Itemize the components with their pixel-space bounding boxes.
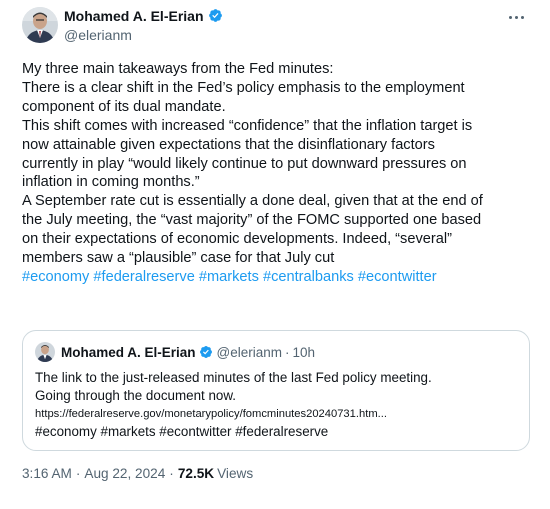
tweet-line: There is a clear shift in the Fed’s poli… — [22, 79, 465, 96]
tweet-line: members saw a “plausible” case for that … — [22, 250, 335, 267]
tweet-line: A September rate cut is essentially a do… — [22, 193, 483, 210]
more-options-icon[interactable] — [505, 8, 527, 26]
quoted-author-display-name: Mohamed A. El-Erian — [61, 344, 196, 360]
hashtag-link[interactable]: #markets — [199, 269, 259, 285]
author-name-row: Mohamed A. El-Erian — [64, 6, 223, 25]
meta-separator: · — [75, 466, 81, 481]
tweet-line: inflation in coming months.” — [22, 174, 200, 191]
author-names: Mohamed A. El-Erian @elerianm — [64, 6, 223, 43]
tweet-line: component of its dual mandate. — [22, 98, 226, 115]
quoted-timestamp: 10h — [292, 344, 316, 360]
tweet-line: This shift comes with increased “confide… — [22, 117, 473, 134]
meta-separator: · — [169, 466, 174, 481]
hashtag-link[interactable]: #econtwitter — [358, 269, 437, 285]
tweet-line: now attainable given expectations that t… — [22, 136, 435, 153]
tweet-card: Mohamed A. El-Erian @elerianm My three m… — [0, 0, 550, 509]
quoted-tweet[interactable]: Mohamed A. El-Erian @elerianm · 10h The … — [22, 330, 530, 451]
author-avatar[interactable] — [22, 7, 58, 43]
views-label: Views — [217, 466, 254, 481]
tweet-line: on their expectations of economic develo… — [22, 231, 452, 248]
quoted-url-link: https://federalreserve.gov/monetarypolic… — [35, 408, 387, 420]
verified-badge-icon — [199, 345, 213, 359]
quoted-line: Going through the document now. — [35, 388, 236, 403]
quoted-hashtags: #economy #markets #econtwitter #federalr… — [35, 424, 329, 439]
tweet-line: My three main takeaways from the Fed min… — [22, 61, 334, 77]
hashtag-link[interactable]: #federalreserve — [93, 269, 194, 285]
hashtag-list: #economy #federalreserve #markets #centr… — [22, 268, 527, 287]
hashtag-link[interactable]: #centralbanks — [263, 269, 354, 285]
tweet-text: My three main takeaways from the Fed min… — [22, 60, 527, 287]
tweet-metadata: 3:16 AM · Aug 22, 2024 · 72.5K Views — [22, 466, 253, 481]
views-count: 72.5K — [177, 466, 215, 481]
quoted-line: The link to the just-released minutes of… — [35, 370, 432, 385]
quoted-author-handle: @elerianm — [216, 344, 283, 360]
quoted-tweet-header: Mohamed A. El-Erian @elerianm · 10h — [35, 341, 517, 363]
verified-badge-icon[interactable] — [208, 8, 223, 23]
tweet-time[interactable]: 3:16 AM — [22, 466, 72, 481]
hashtag-link[interactable]: #economy — [22, 269, 89, 285]
quoted-separator: · — [285, 344, 290, 360]
author-handle[interactable]: @elerianm — [64, 27, 223, 43]
author-display-name[interactable]: Mohamed A. El-Erian — [64, 8, 204, 24]
tweet-date[interactable]: Aug 22, 2024 — [84, 466, 165, 481]
quoted-tweet-text: The link to the just-released minutes of… — [35, 369, 517, 441]
tweet-header: Mohamed A. El-Erian @elerianm — [22, 6, 533, 50]
tweet-line: currently in play “would likely continue… — [22, 155, 467, 172]
tweet-line: the July meeting, the “vast majority” of… — [22, 212, 482, 229]
quoted-author-avatar — [35, 342, 55, 362]
